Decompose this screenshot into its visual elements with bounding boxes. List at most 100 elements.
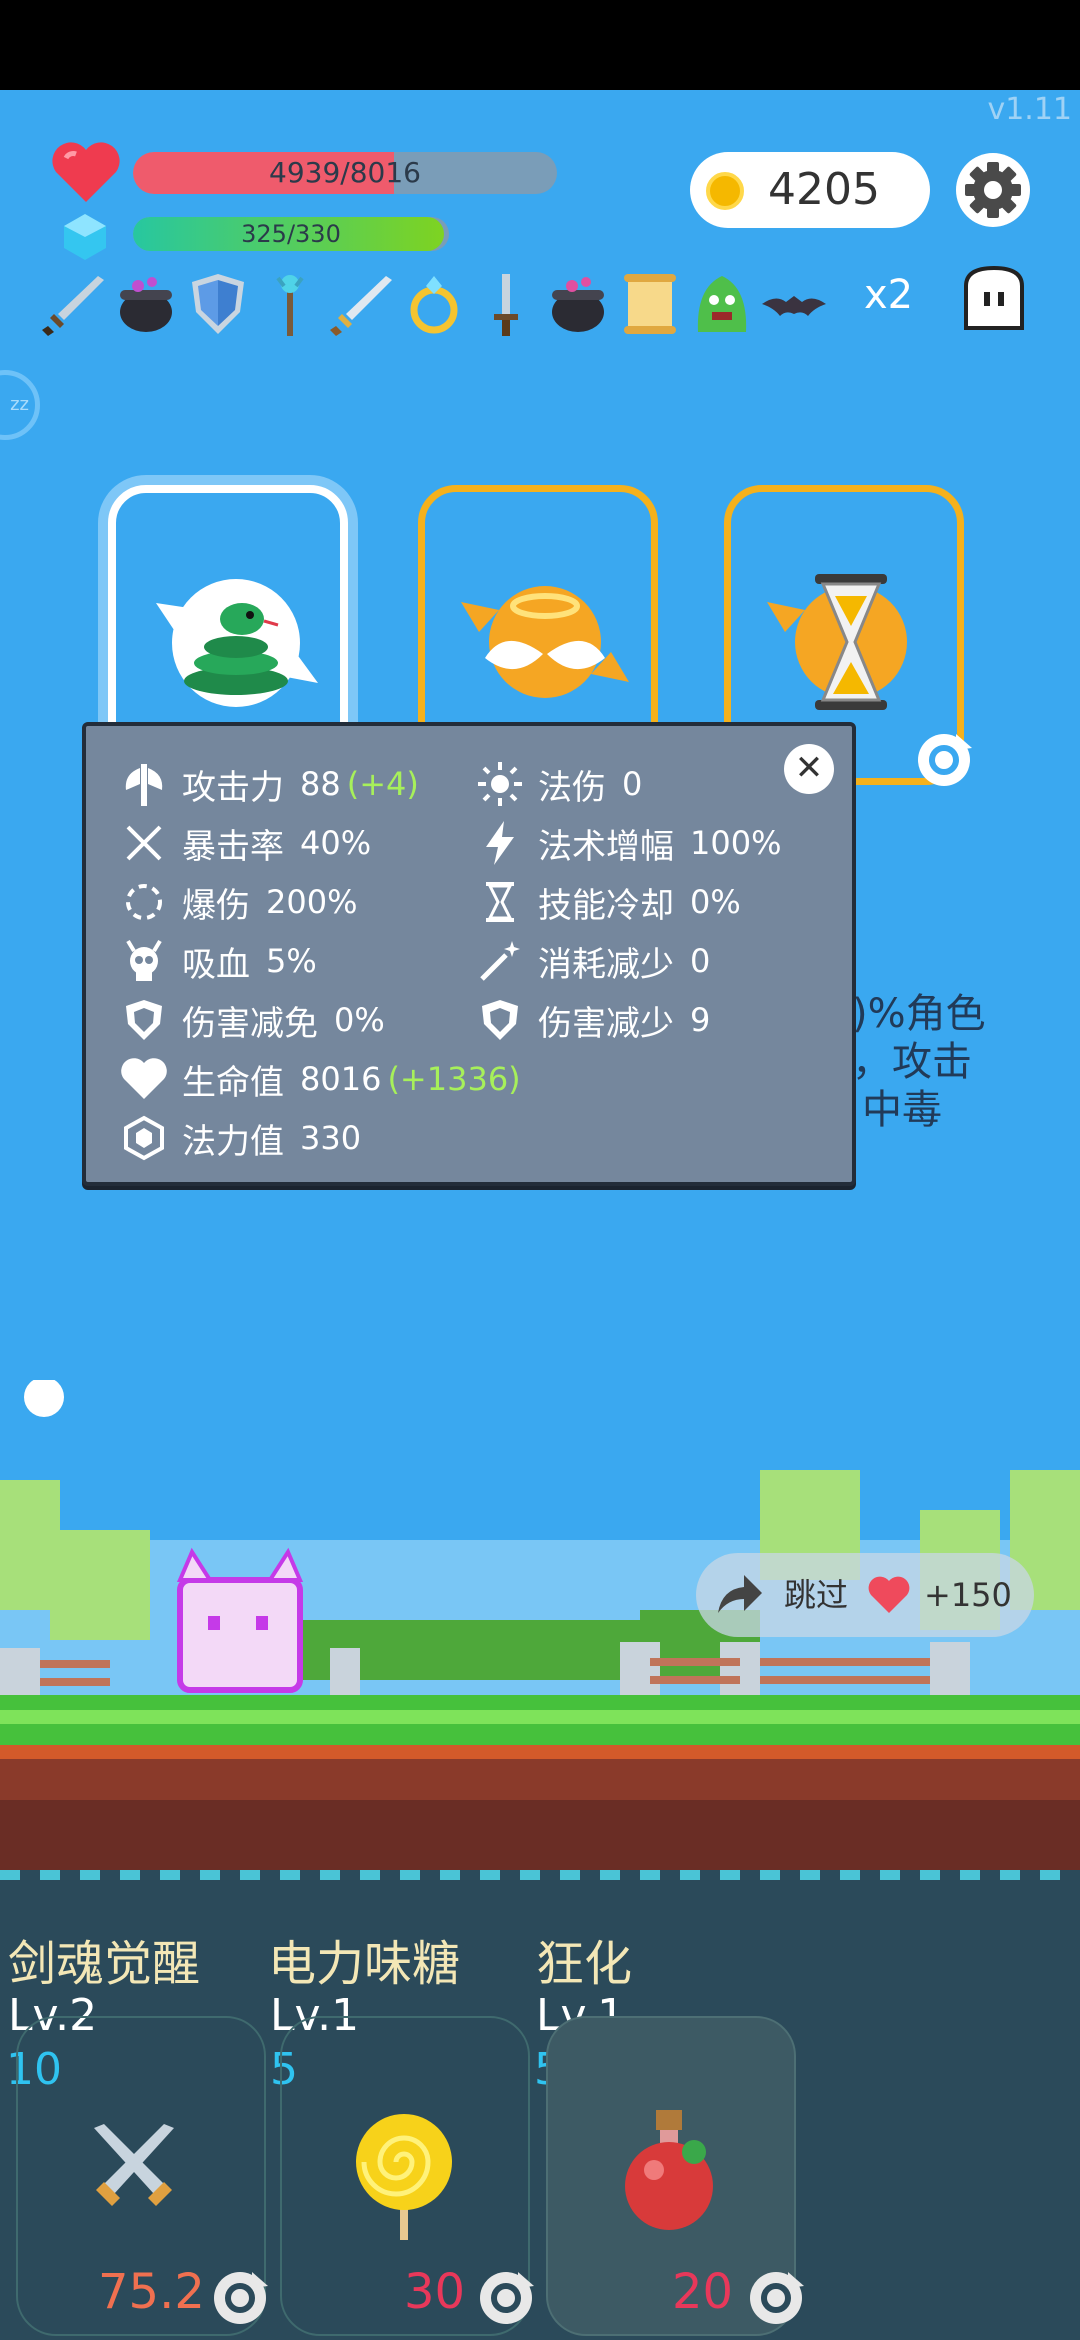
stat-label: 生命值 — [182, 1062, 284, 1103]
skill-description: )%角色 ，攻击 中毒 — [852, 990, 1080, 1134]
mana-crystal-icon — [64, 214, 106, 260]
stat-value: 88 — [300, 765, 341, 803]
skill-cooldown: 20 — [672, 2264, 734, 2320]
cauldron-icon[interactable] — [110, 268, 182, 340]
skill-cooldown: 30 — [404, 2264, 466, 2320]
stat-value: 330 — [300, 1119, 362, 1157]
mp-text: 325/330 — [241, 220, 341, 248]
magic-wand-icon — [480, 941, 520, 981]
shield-icon — [126, 1000, 162, 1040]
stat-label: 法伤 — [538, 767, 606, 808]
stat-lifesteal: 吸血 5% — [120, 937, 317, 985]
stat-spell-amp: 法术增幅 100% — [476, 819, 781, 867]
skill-slot-2[interactable]: 30 — [280, 2016, 534, 2336]
stat-bonus: (+1336) — [387, 1060, 521, 1098]
stat-label: 消耗减少 — [538, 944, 674, 985]
gold-counter[interactable]: 4205 — [690, 152, 930, 228]
dagger-icon[interactable] — [470, 268, 542, 340]
shield-icon[interactable] — [182, 268, 254, 340]
stat-label: 技能冷却 — [538, 885, 674, 926]
stat-magic-damage: 法伤 0 — [476, 760, 642, 808]
sun-icon — [478, 762, 522, 806]
axe-icon — [125, 764, 163, 806]
stat-label: 攻击力 — [182, 767, 284, 808]
bat-icon[interactable] — [758, 268, 830, 340]
crossed-swords-icon — [94, 2124, 174, 2206]
gear-icon[interactable] — [955, 152, 1031, 228]
potion-icon — [625, 2110, 713, 2230]
snake-icon — [156, 579, 318, 707]
stat-value: 40% — [300, 824, 372, 862]
stat-value: 0% — [690, 883, 741, 921]
skip-reward: +150 — [924, 1576, 1012, 1614]
item-multiplier: x2 — [864, 272, 914, 318]
sleep-button[interactable]: zz — [0, 370, 40, 440]
stat-damage-reduction: 伤害减少 9 — [476, 996, 710, 1044]
burst-icon — [126, 884, 162, 920]
stat-label: 法力值 — [182, 1121, 284, 1162]
skill-slot-1[interactable]: 75.2 — [16, 2016, 268, 2336]
gold-amount: 4205 — [768, 164, 880, 215]
coin-icon — [706, 172, 744, 210]
close-button[interactable]: ✕ — [784, 744, 834, 794]
heart-icon — [868, 1576, 910, 1613]
stat-mp: 法力值 330 — [120, 1114, 361, 1162]
share-arrow-icon — [718, 1575, 762, 1613]
stat-damage-immunity: 伤害减免 0% — [120, 996, 385, 1044]
status-bar — [0, 0, 1080, 90]
stat-crit-rate: 暴击率 40% — [120, 819, 371, 867]
hourglass-icon — [767, 574, 907, 710]
description-line: 中毒 — [862, 1087, 942, 1133]
stat-value: 8016 — [300, 1060, 382, 1098]
stat-value: 9 — [690, 1001, 711, 1039]
stat-value: 0 — [622, 765, 643, 803]
crystal-icon — [124, 1115, 164, 1161]
skill-name: 狂化 — [536, 1936, 633, 1992]
stat-crit-damage: 爆伤 200% — [120, 878, 357, 926]
stat-label: 法术增幅 — [538, 826, 674, 867]
mp-bar: 325/330 — [133, 217, 449, 251]
ring-icon[interactable] — [398, 268, 470, 340]
lollipop-icon — [356, 2114, 452, 2240]
stat-label: 吸血 — [182, 944, 250, 985]
hp-text: 4939/8016 — [269, 156, 421, 189]
skill-name: 电力味糖 — [268, 1936, 461, 1992]
angel-halo-icon — [461, 586, 629, 698]
version-label: v1.11 — [987, 92, 1072, 127]
stat-value: 100% — [690, 824, 782, 862]
staff-icon[interactable] — [254, 268, 326, 340]
cauldron-icon[interactable] — [542, 268, 614, 340]
skip-button[interactable]: 跳过 +150 — [696, 1553, 1034, 1637]
inventory-row — [38, 268, 958, 340]
shield-icon — [482, 1000, 518, 1040]
description-line: )%角色 — [852, 991, 986, 1037]
heart-icon — [52, 142, 120, 202]
stat-label: 伤害减少 — [538, 1003, 674, 1044]
stat-value: 5% — [266, 942, 317, 980]
slime-icon[interactable] — [686, 268, 758, 340]
hourglass-icon — [486, 882, 514, 922]
sword-icon[interactable] — [38, 268, 110, 340]
cooldown-icon — [214, 2272, 268, 2324]
skull-icon — [126, 939, 162, 981]
refresh-icon[interactable] — [912, 728, 976, 792]
skill-cooldown: 75.2 — [98, 2264, 205, 2320]
skill-name: 剑魂觉醒 — [8, 1936, 201, 1992]
hp-bar: 4939/8016 — [133, 152, 557, 194]
scroll-icon[interactable] — [614, 268, 686, 340]
stat-label: 爆伤 — [182, 885, 250, 926]
crossed-blades-icon — [126, 825, 162, 861]
stat-value: 200% — [266, 883, 358, 921]
cooldown-icon — [750, 2272, 804, 2324]
stat-cost-reduction: 消耗减少 0 — [476, 937, 710, 985]
skip-label: 跳过 — [784, 1576, 849, 1614]
ghost-icon[interactable] — [958, 262, 1030, 334]
stats-panel: 攻击力 88 (+4) 暴击率 40% 爆伤 200% 吸血 5% 伤害减免 0% 生命值 8… — [82, 722, 856, 1186]
skill-slot-3[interactable]: 20 — [546, 2016, 804, 2336]
stat-hp: 生命值 8016 (+1336) — [120, 1055, 521, 1103]
heart-icon — [121, 1058, 167, 1099]
sword-icon[interactable] — [326, 268, 398, 340]
stat-value: 0% — [334, 1001, 385, 1039]
stat-value: 0 — [690, 942, 711, 980]
description-line: ，攻击 — [852, 1039, 972, 1085]
